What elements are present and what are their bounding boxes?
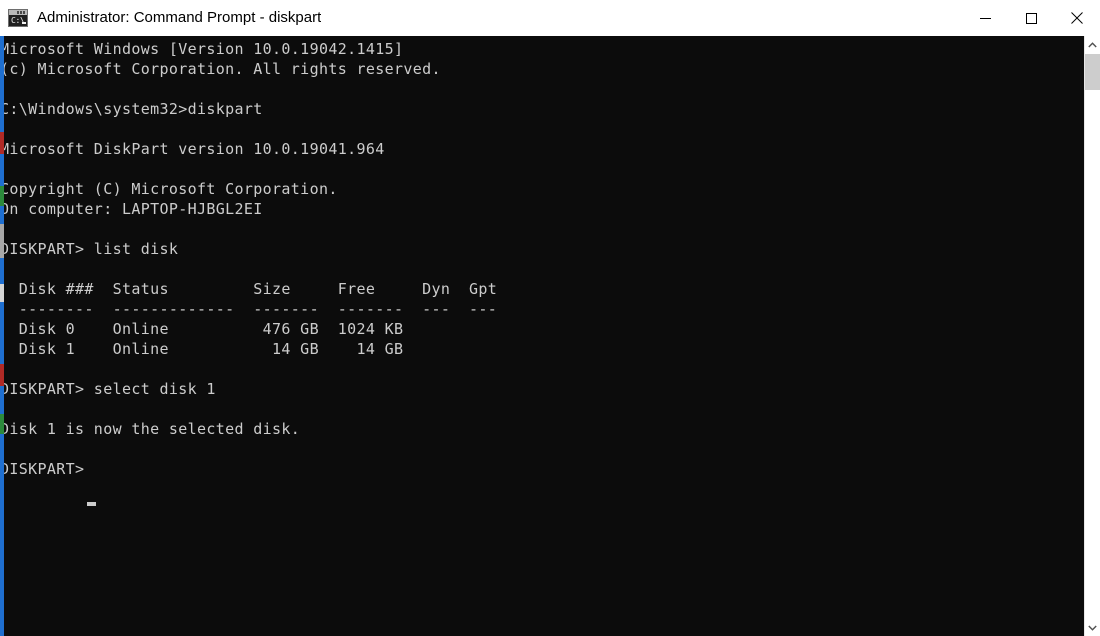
edge-overview-segment: [0, 302, 4, 364]
window-title: Administrator: Command Prompt - diskpart: [37, 9, 322, 26]
close-button[interactable]: [1054, 0, 1100, 36]
window-controls: [962, 0, 1100, 36]
vertical-scrollbar[interactable]: [1084, 36, 1100, 636]
edge-overview-segment: [0, 154, 4, 186]
cmd-icon-button-2: [20, 11, 22, 14]
cmd-console-icon: C:\: [8, 9, 28, 27]
edge-overview-segment: [0, 224, 4, 258]
console-cursor: [87, 502, 96, 506]
close-icon: [1071, 12, 1083, 24]
edge-overview-segment: [0, 258, 4, 284]
console-output-area[interactable]: Microsoft Windows [Version 10.0.19042.14…: [0, 36, 1084, 636]
chevron-up-icon: [1088, 41, 1097, 47]
minimize-button[interactable]: [962, 0, 1008, 36]
cmd-icon-button-1: [17, 11, 19, 14]
edge-overview-segment: [0, 386, 4, 414]
edge-overview-segment: [0, 36, 4, 132]
title-bar-left: C:\ Administrator: Command Prompt - disk…: [0, 0, 962, 36]
scroll-up-button[interactable]: [1085, 36, 1100, 53]
minimize-icon: [979, 17, 991, 19]
scrollbar-thumb[interactable]: [1085, 54, 1100, 90]
maximize-icon: [1025, 12, 1037, 24]
scroll-down-button[interactable]: [1085, 619, 1100, 636]
maximize-button[interactable]: [1008, 0, 1054, 36]
edge-overview-segment: [0, 364, 4, 386]
cmd-icon-button-3: [23, 11, 25, 14]
edge-overview-segment: [0, 284, 4, 302]
edge-overview-strip: [0, 36, 4, 636]
edge-overview-segment: [0, 132, 4, 154]
cmd-icon-cursor: [22, 22, 26, 24]
edge-overview-segment: [0, 414, 4, 434]
console-text: Microsoft Windows [Version 10.0.19042.14…: [0, 40, 498, 478]
edge-overview-segment: [0, 186, 4, 206]
edge-overview-segment: [0, 206, 4, 224]
title-bar[interactable]: C:\ Administrator: Command Prompt - disk…: [0, 0, 1100, 36]
edge-overview-segment: [0, 434, 4, 636]
command-prompt-window: C:\ Administrator: Command Prompt - disk…: [0, 0, 1100, 636]
chevron-down-icon: [1088, 625, 1097, 631]
